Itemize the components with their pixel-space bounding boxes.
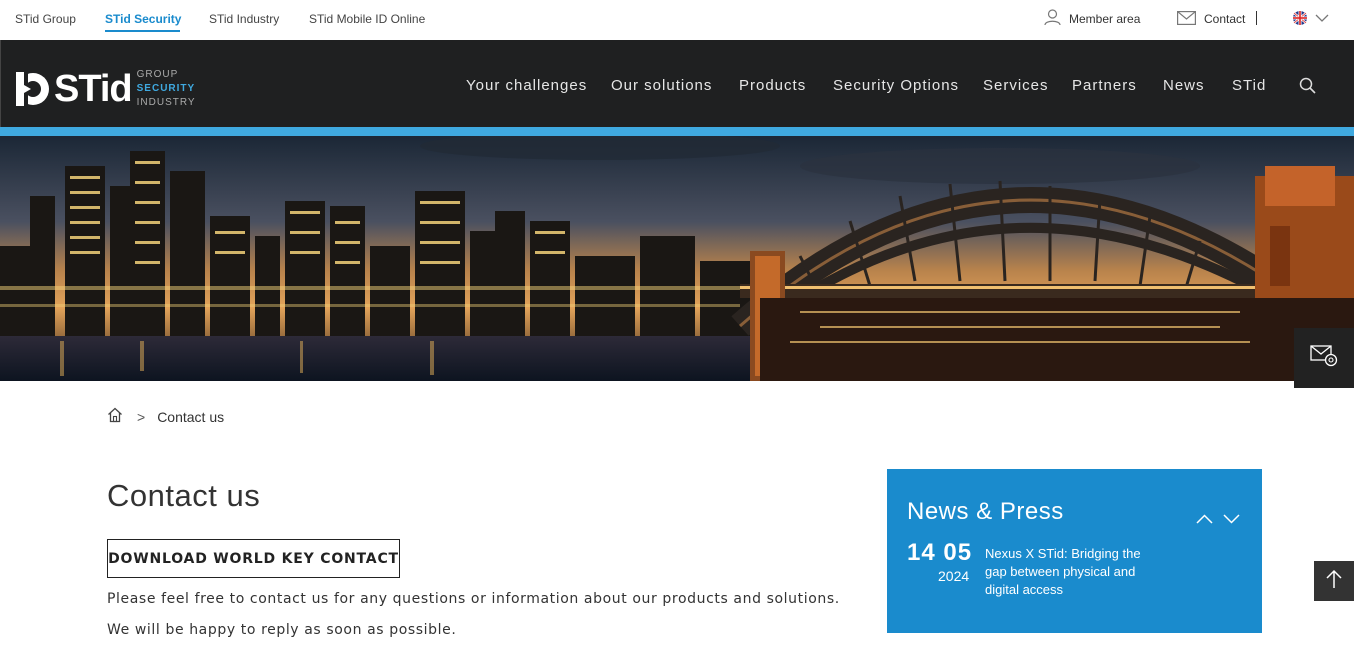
active-group-underline bbox=[105, 30, 180, 32]
breadcrumb-separator: > bbox=[137, 408, 146, 425]
group-link-stid-group[interactable]: STid Group bbox=[15, 12, 76, 26]
breadcrumb: > Contact us bbox=[107, 407, 224, 426]
nav-products[interactable]: Products bbox=[739, 77, 806, 94]
logo-mark-icon bbox=[16, 72, 52, 106]
nav-services[interactable]: Services bbox=[983, 77, 1049, 94]
top-utility-bar: STid Group STid Security STid Industry S… bbox=[0, 0, 1354, 40]
home-icon[interactable] bbox=[107, 407, 123, 426]
news-item-year: 2024 bbox=[938, 568, 970, 584]
envelope-icon bbox=[1177, 10, 1196, 25]
group-link-stid-mobile-id-online[interactable]: STid Mobile ID Online bbox=[309, 12, 425, 26]
news-press-panel: News & Press 14 05 2024 Nexus X STid: Br… bbox=[887, 469, 1262, 633]
breadcrumb-current: Contact us bbox=[157, 408, 225, 425]
news-item-date: 14 05 bbox=[907, 539, 973, 566]
main-header: STid GROUP SECURITY INDUSTRY Your challe… bbox=[0, 40, 1354, 127]
search-icon[interactable] bbox=[1299, 77, 1317, 95]
page-title: Contact us bbox=[107, 478, 261, 513]
nav-partners[interactable]: Partners bbox=[1072, 77, 1137, 94]
group-link-stid-security[interactable]: STid Security bbox=[105, 12, 181, 26]
download-world-key-contact-button[interactable]: DOWNLOAD WORLD KEY CONTACT bbox=[107, 539, 400, 578]
user-icon bbox=[1044, 8, 1061, 26]
uk-flag-icon bbox=[1293, 11, 1307, 25]
topbar-divider bbox=[1256, 11, 1257, 25]
logo-line-group: GROUP bbox=[136, 69, 179, 80]
intro-paragraph: Please feel free to contact us for any q… bbox=[107, 591, 840, 607]
mail-at-icon bbox=[1310, 344, 1338, 372]
chevron-down-icon bbox=[1315, 14, 1329, 22]
contact-label: Contact bbox=[1204, 12, 1246, 26]
floating-contact-button[interactable] bbox=[1294, 328, 1354, 388]
contact-link[interactable]: Contact bbox=[1177, 9, 1245, 26]
stid-logo[interactable]: STid GROUP SECURITY INDUSTRY bbox=[16, 68, 196, 110]
group-link-stid-industry[interactable]: STid Industry bbox=[209, 12, 279, 26]
nav-news[interactable]: News bbox=[1163, 77, 1205, 94]
nav-our-solutions[interactable]: Our solutions bbox=[611, 77, 712, 94]
logo-line-security: SECURITY bbox=[136, 83, 196, 94]
hero-banner-sydney-harbour bbox=[0, 136, 1354, 381]
logo-wordmark: STid bbox=[54, 68, 133, 110]
chevron-down-icon[interactable] bbox=[1223, 511, 1240, 529]
logo-tagline: GROUP SECURITY INDUSTRY bbox=[137, 68, 196, 110]
news-panel-title: News & Press bbox=[907, 498, 1064, 525]
nav-stid[interactable]: STid bbox=[1232, 77, 1266, 94]
member-area-link[interactable]: Member area bbox=[1044, 8, 1140, 26]
scroll-to-top-button[interactable] bbox=[1314, 561, 1354, 601]
news-item-link[interactable]: Nexus X STid: Bridging the gap between p… bbox=[985, 545, 1155, 599]
header-accent-strip bbox=[0, 127, 1354, 136]
chevron-up-icon[interactable] bbox=[1196, 511, 1213, 529]
member-area-label: Member area bbox=[1069, 12, 1141, 26]
logo-line-industry: INDUSTRY bbox=[136, 97, 196, 108]
nav-security-options[interactable]: Security Options bbox=[833, 77, 959, 94]
language-selector[interactable] bbox=[1293, 11, 1329, 25]
arrow-up-icon bbox=[1326, 569, 1342, 594]
news-carousel-controls bbox=[1196, 511, 1240, 529]
nav-your-challenges[interactable]: Your challenges bbox=[466, 77, 587, 94]
reply-paragraph: We will be happy to reply as soon as pos… bbox=[107, 622, 457, 638]
